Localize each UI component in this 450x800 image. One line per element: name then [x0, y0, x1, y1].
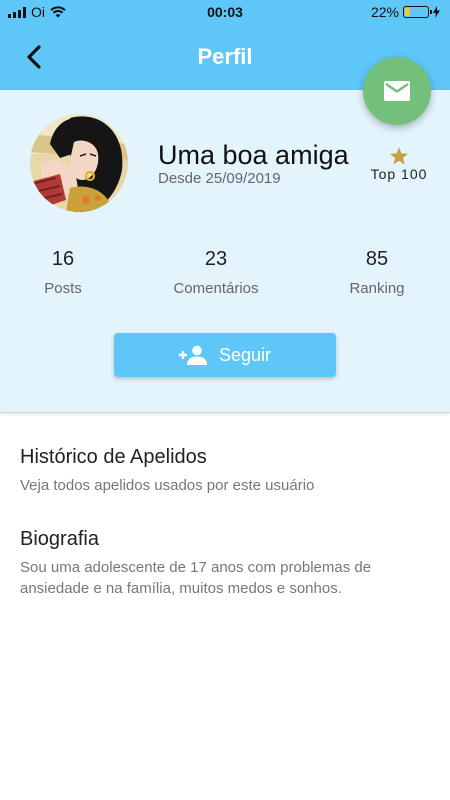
- follow-label: Seguir: [218, 344, 272, 365]
- status-right: 22%: [371, 4, 440, 20]
- message-button[interactable]: [363, 57, 431, 125]
- stat-label: Ranking: [349, 280, 405, 297]
- star-icon: [390, 147, 408, 165]
- battery-percent: 22%: [370, 4, 399, 20]
- avatar[interactable]: [30, 114, 128, 212]
- stat-value: 23: [204, 248, 228, 270]
- stat-ranking[interactable]: 85 Ranking: [317, 248, 437, 297]
- profile-name: Uma boa amiga: [158, 140, 349, 170]
- status-bar: Oi 00:03 22%: [0, 0, 450, 24]
- profile-card: Uma boa amiga Desde 25/09/2019 Top 100 1…: [0, 90, 450, 413]
- nickname-history[interactable]: Histórico de Apelidos Veja todos apelido…: [20, 446, 430, 496]
- section-subtitle: Veja todos apelidos usados por este usuá…: [20, 477, 315, 494]
- stat-comments[interactable]: 23 Comentários: [156, 248, 276, 297]
- stat-posts[interactable]: 16 Posts: [3, 248, 123, 297]
- battery-icon: [403, 6, 432, 18]
- stat-value: 85: [365, 248, 389, 270]
- avatar-image: [30, 114, 128, 212]
- section-title: Histórico de Apelidos: [20, 446, 207, 468]
- stat-value: 16: [51, 248, 75, 270]
- person-add-icon: [178, 345, 207, 365]
- biography: Biografia Sou uma adolescente de 17 anos…: [20, 528, 430, 599]
- member-since: Desde 25/09/2019: [158, 170, 281, 187]
- section-title: Biografia: [20, 528, 99, 550]
- follow-button[interactable]: Seguir: [114, 333, 336, 377]
- biography-text: Sou uma adolescente de 17 anos com probl…: [20, 559, 372, 597]
- charging-icon: [433, 6, 440, 18]
- stat-label: Posts: [44, 280, 82, 297]
- mail-icon: [384, 81, 410, 101]
- stat-label: Comentários: [173, 280, 259, 297]
- rank-badge: Top 100: [370, 166, 428, 182]
- battery-fill: [405, 8, 410, 16]
